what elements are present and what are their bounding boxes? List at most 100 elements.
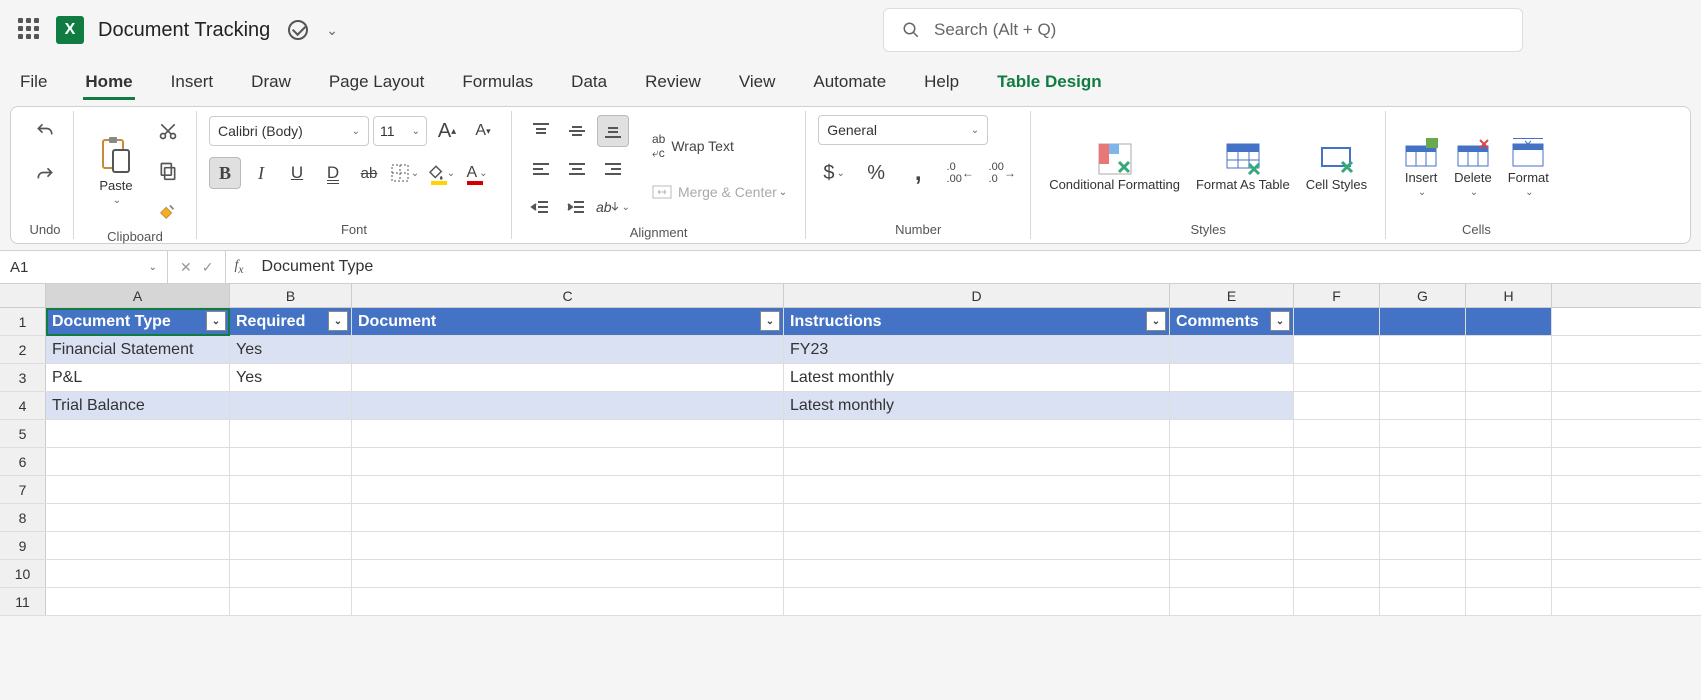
col-header-H[interactable]: H [1466,284,1552,307]
cell[interactable] [1294,532,1380,559]
filter-icon[interactable]: ⌄ [1270,311,1290,331]
cell[interactable] [230,588,352,615]
table-header-comments[interactable]: Comments⌄ [1170,308,1294,335]
app-launcher-icon[interactable] [18,18,42,42]
tab-data[interactable]: Data [569,66,609,100]
merge-center-button[interactable]: Merge & Center ⌄ [646,176,793,208]
col-header-F[interactable]: F [1294,284,1380,307]
cell[interactable] [1294,560,1380,587]
cell[interactable] [352,448,784,475]
row-header-6[interactable]: 6 [0,448,46,475]
cell[interactable] [784,476,1170,503]
title-dropdown-icon[interactable]: ⌄ [326,22,338,39]
row-header-1[interactable]: 1 [0,308,46,335]
italic-button[interactable]: I [245,157,277,189]
delete-cells-button[interactable]: Delete⌄ [1448,136,1498,200]
tab-help[interactable]: Help [922,66,961,100]
cell[interactable] [1466,448,1552,475]
cell[interactable] [784,588,1170,615]
table-header-document[interactable]: Document⌄ [352,308,784,335]
spreadsheet-grid[interactable]: A B C D E F G H 1 Document Type⌄ Require… [0,284,1701,616]
redo-button[interactable] [29,159,61,191]
cell[interactable] [784,504,1170,531]
cell[interactable] [1466,476,1552,503]
decrease-indent-button[interactable] [524,191,556,223]
table-header-document-type[interactable]: Document Type⌄ [46,308,230,335]
cancel-formula-icon[interactable]: ✕ [180,259,192,276]
cell[interactable] [1294,504,1380,531]
grow-font-button[interactable]: A▴ [431,115,463,147]
cell[interactable] [1380,532,1466,559]
row-header-5[interactable]: 5 [0,420,46,447]
cell[interactable] [1466,560,1552,587]
row-header-10[interactable]: 10 [0,560,46,587]
cell[interactable]: Latest monthly [784,392,1170,419]
cell[interactable] [352,420,784,447]
cell[interactable] [352,532,784,559]
copy-button[interactable] [152,155,184,187]
cell[interactable]: Yes [230,336,352,363]
tab-review[interactable]: Review [643,66,703,100]
tab-insert[interactable]: Insert [169,66,216,100]
cell[interactable] [1466,420,1552,447]
cell[interactable] [230,560,352,587]
row-header-4[interactable]: 4 [0,392,46,419]
increase-indent-button[interactable] [560,191,592,223]
cell[interactable] [352,392,784,419]
col-header-A[interactable]: A [46,284,230,307]
row-header-2[interactable]: 2 [0,336,46,363]
cell[interactable]: Financial Statement [46,336,230,363]
orientation-button[interactable]: ab⌄ [596,191,630,223]
row-header-8[interactable]: 8 [0,504,46,531]
cut-button[interactable] [152,115,184,147]
cell[interactable] [1170,504,1294,531]
format-cells-button[interactable]: Format⌄ [1502,136,1555,200]
align-left-button[interactable] [525,153,557,185]
font-name-select[interactable]: Calibri (Body)⌄ [209,116,369,146]
cell[interactable] [46,448,230,475]
cell[interactable] [230,392,352,419]
cell[interactable] [352,560,784,587]
insert-cells-button[interactable]: Insert⌄ [1398,136,1444,200]
cell[interactable] [352,476,784,503]
cell[interactable] [1380,476,1466,503]
table-header-instructions[interactable]: Instructions⌄ [784,308,1170,335]
cell[interactable] [1380,336,1466,363]
row-header-9[interactable]: 9 [0,532,46,559]
cell[interactable] [1380,448,1466,475]
borders-button[interactable]: ⌄ [389,157,421,189]
paste-button[interactable]: Paste ⌄ [86,132,146,210]
format-painter-button[interactable] [152,195,184,227]
cell[interactable] [1170,588,1294,615]
conditional-formatting-button[interactable]: Conditional Formatting [1043,140,1186,194]
col-header-D[interactable]: D [784,284,1170,307]
cell[interactable]: P&L [46,364,230,391]
cell[interactable] [1466,336,1552,363]
cell[interactable] [1466,364,1552,391]
row-header-3[interactable]: 3 [0,364,46,391]
cell[interactable] [1170,420,1294,447]
cell[interactable] [1294,588,1380,615]
bold-button[interactable]: B [209,157,241,189]
cell[interactable] [1294,448,1380,475]
name-box[interactable]: A1⌄ [0,251,168,283]
comma-format-button[interactable]: , [902,157,934,189]
formula-input[interactable]: Document Type [252,258,1701,276]
saved-status-icon[interactable] [288,20,308,40]
cell[interactable] [1380,392,1466,419]
fill-color-button[interactable]: ⌄ [425,157,457,189]
cell[interactable] [1380,364,1466,391]
strikethrough-button[interactable]: ab [353,157,385,189]
cell[interactable] [1294,420,1380,447]
percent-format-button[interactable]: % [860,157,892,189]
cell[interactable] [1294,476,1380,503]
tab-page-layout[interactable]: Page Layout [327,66,426,100]
select-all-corner[interactable] [0,284,46,307]
row-header-11[interactable]: 11 [0,588,46,615]
filter-icon[interactable]: ⌄ [206,311,226,331]
tab-automate[interactable]: Automate [811,66,888,100]
cell[interactable] [1294,392,1380,419]
cell[interactable] [1170,532,1294,559]
align-middle-button[interactable] [561,115,593,147]
row-header-7[interactable]: 7 [0,476,46,503]
